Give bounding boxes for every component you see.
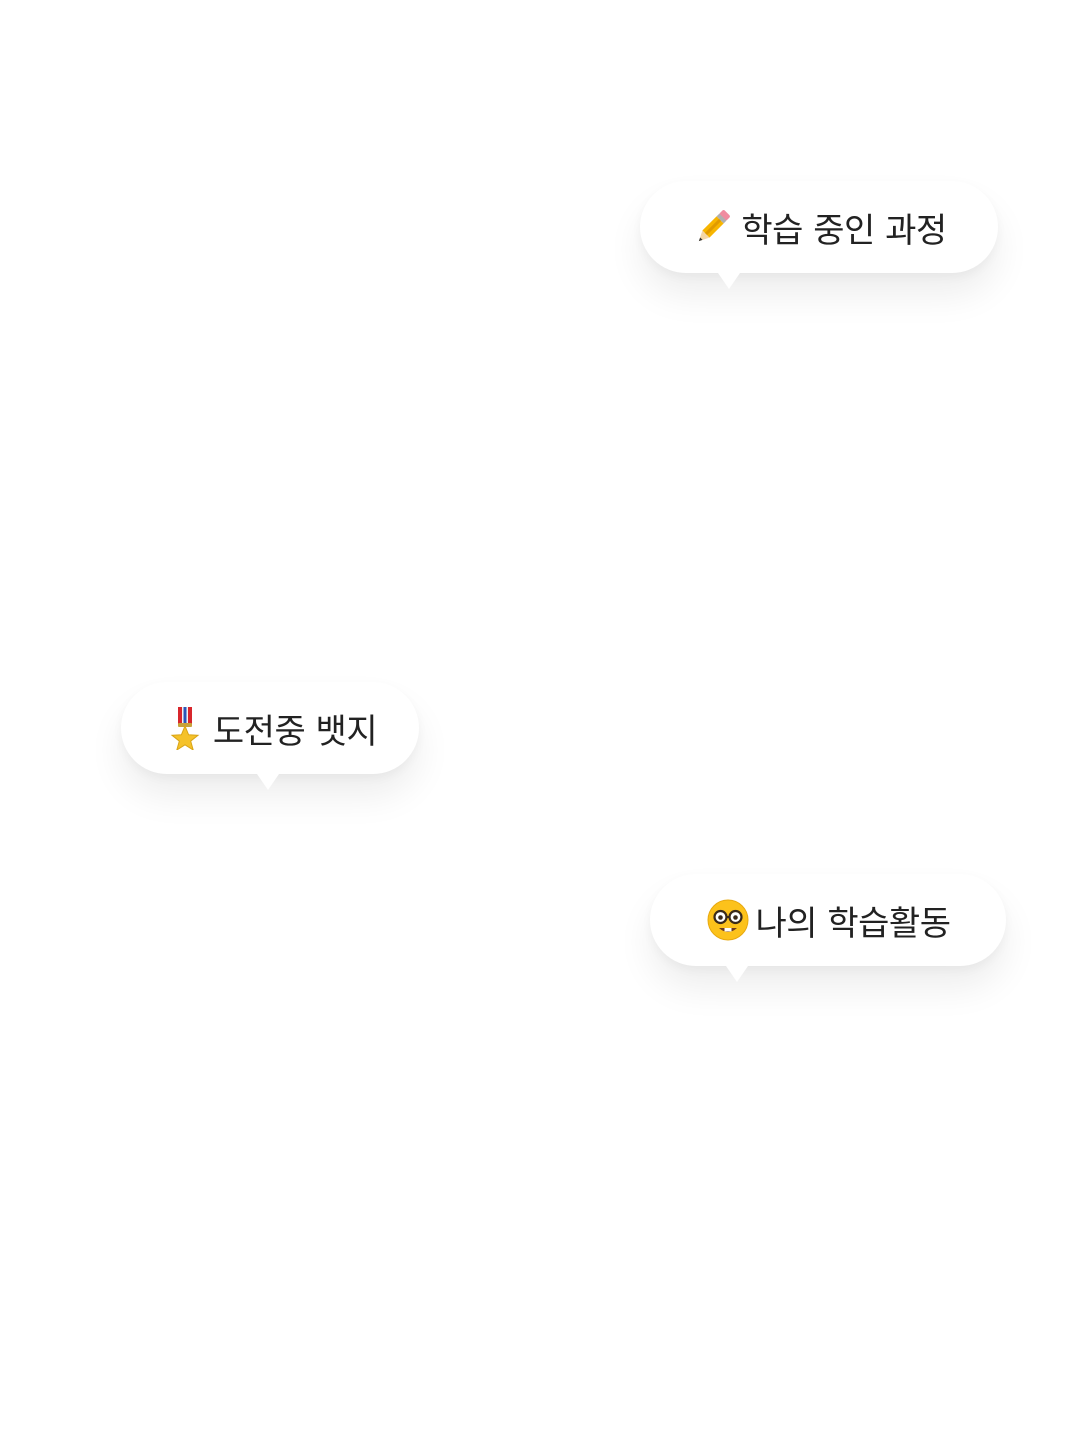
in-progress-courses-bubble[interactable]: 학습 중인 과정 bbox=[640, 181, 998, 289]
pencil-icon bbox=[691, 205, 735, 249]
bubble-label: 학습 중인 과정 bbox=[741, 210, 947, 251]
nerd-face-icon bbox=[706, 898, 750, 942]
bubble-label: 나의 학습활동 bbox=[755, 903, 952, 944]
challenge-badge-bubble[interactable]: 도전중 뱃지 bbox=[121, 682, 419, 790]
bubble-label: 도전중 뱃지 bbox=[212, 711, 378, 752]
medal-icon bbox=[163, 706, 207, 750]
my-learning-activity-bubble[interactable]: 나의 학습활동 bbox=[650, 874, 1006, 982]
